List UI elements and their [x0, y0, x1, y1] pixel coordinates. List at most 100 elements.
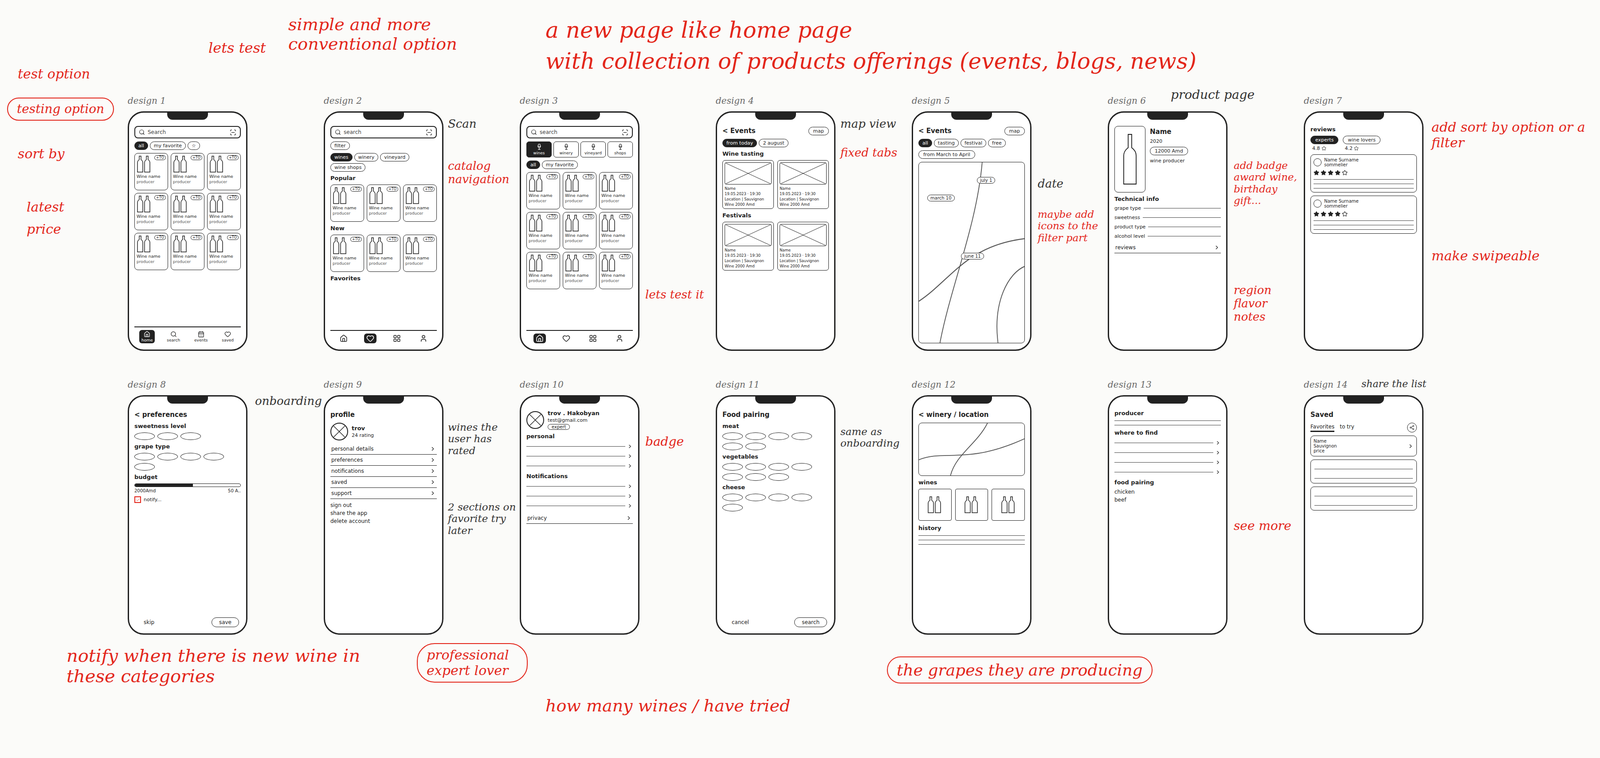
- product-producer[interactable]: wine producer: [1149, 157, 1189, 164]
- review-card[interactable]: Name Surnamesommelier: [1310, 154, 1417, 193]
- nav-item[interactable]: [613, 333, 626, 344]
- primary-button[interactable]: save: [211, 617, 240, 628]
- placeholder-row[interactable]: [526, 483, 633, 490]
- option-oval[interactable]: [134, 452, 155, 461]
- category-tile[interactable]: shops: [607, 141, 633, 158]
- avatar[interactable]: [526, 411, 545, 429]
- text-item[interactable]: share the app: [330, 509, 437, 517]
- card-badge[interactable]: +TO: [227, 235, 239, 240]
- nav-item[interactable]: saved: [219, 329, 236, 344]
- nav-item[interactable]: home: [139, 329, 156, 344]
- option-oval[interactable]: [768, 473, 789, 481]
- product-card[interactable]: +TOWine nameproducer: [170, 192, 205, 231]
- saved-card[interactable]: [1310, 459, 1417, 484]
- option-oval[interactable]: [722, 432, 743, 440]
- option-oval[interactable]: [768, 493, 789, 502]
- product-card[interactable]: +TOWine nameproducer: [526, 251, 561, 290]
- text-item[interactable]: delete account: [330, 517, 437, 525]
- category-tile[interactable]: wines: [526, 141, 552, 158]
- search-bar[interactable]: Search: [134, 125, 241, 139]
- option-oval[interactable]: [745, 462, 766, 471]
- map-button[interactable]: map: [808, 126, 829, 136]
- date-range[interactable]: from March to April: [918, 150, 976, 159]
- option-oval[interactable]: [791, 462, 812, 471]
- filter-chip[interactable]: 2 august: [758, 138, 789, 148]
- card-badge[interactable]: +TO: [227, 195, 239, 200]
- event-map[interactable]: march 10july 1june 11: [918, 161, 1025, 344]
- notify-checkbox[interactable]: notify...: [134, 496, 241, 503]
- nav-item[interactable]: [337, 333, 350, 344]
- product-card[interactable]: +TOWine nameproducer: [599, 251, 633, 290]
- placeholder-row[interactable]: [526, 502, 633, 509]
- card-badge[interactable]: +TO: [154, 195, 166, 200]
- nav-item[interactable]: [364, 333, 377, 344]
- placeholder-row[interactable]: [526, 462, 633, 469]
- avatar[interactable]: [330, 422, 349, 441]
- filter-chip[interactable]: all: [918, 138, 933, 148]
- placeholder-row[interactable]: [526, 453, 633, 459]
- nav-item[interactable]: search: [164, 329, 183, 344]
- option-oval[interactable]: [745, 432, 766, 440]
- filter-chip[interactable]: tasting: [933, 138, 959, 148]
- product-card[interactable]: +TOWine nameproducer: [134, 152, 169, 191]
- text-item[interactable]: sign out: [330, 501, 437, 509]
- product-card[interactable]: +TOWine nameproducer: [599, 172, 633, 210]
- card-badge[interactable]: +TO: [190, 195, 203, 200]
- product-card[interactable]: +TOWine nameproducer: [330, 184, 365, 222]
- product-card[interactable]: +TOWine nameproducer: [207, 232, 241, 271]
- card-badge[interactable]: +TO: [154, 155, 166, 161]
- map-button[interactable]: map: [1004, 126, 1025, 136]
- option-oval[interactable]: [745, 493, 766, 502]
- card-badge[interactable]: +TO: [190, 155, 203, 161]
- text-item[interactable]: beef: [1114, 496, 1221, 503]
- card-badge[interactable]: +TO: [350, 186, 362, 192]
- wine-thumb[interactable]: [991, 488, 1025, 521]
- saved-card[interactable]: [1310, 486, 1417, 511]
- location-map[interactable]: [918, 422, 1025, 476]
- text-button[interactable]: skip: [136, 617, 162, 628]
- menu-row[interactable]: privacy: [526, 512, 633, 524]
- option-oval[interactable]: [180, 432, 201, 440]
- event-card[interactable]: Name19.05.2023 · 19:30Location | Sauvign…: [777, 221, 829, 271]
- product-card[interactable]: +TOWine nameproducer: [403, 184, 437, 222]
- wine-thumb[interactable]: [918, 488, 952, 521]
- placeholder-row[interactable]: [1114, 459, 1221, 466]
- card-badge[interactable]: +TO: [350, 236, 362, 242]
- product-card[interactable]: +TOWine nameproducer: [207, 152, 241, 191]
- placeholder-row[interactable]: [1114, 439, 1221, 446]
- event-card[interactable]: Name19.05.2023 · 19:30Location | Sauvign…: [722, 160, 774, 209]
- primary-button[interactable]: search: [794, 617, 828, 628]
- filter-chip[interactable]: wine shops: [330, 163, 366, 172]
- slider-track[interactable]: [134, 483, 241, 487]
- option-oval[interactable]: [722, 473, 743, 481]
- product-card[interactable]: +TOWine nameproducer: [366, 184, 401, 222]
- option-oval[interactable]: [722, 493, 743, 502]
- review-card[interactable]: Name Surnamesommelier: [1310, 195, 1417, 234]
- card-badge[interactable]: +TO: [546, 174, 558, 180]
- card-badge[interactable]: +TO: [386, 186, 399, 192]
- product-card[interactable]: +TOWine nameproducer: [366, 234, 401, 272]
- product-card[interactable]: +TOWine nameproducer: [207, 192, 241, 231]
- card-badge[interactable]: +TO: [619, 214, 631, 220]
- product-card[interactable]: +TOWine nameproducer: [562, 211, 597, 250]
- product-card[interactable]: +TOWine nameproducer: [170, 232, 205, 271]
- placeholder-row[interactable]: [1114, 449, 1221, 456]
- option-oval[interactable]: [768, 432, 789, 440]
- menu-row[interactable]: notifications: [330, 465, 437, 477]
- saved-tab[interactable]: to try: [1339, 423, 1355, 432]
- placeholder-row[interactable]: [526, 443, 633, 450]
- saved-card[interactable]: NameSauvignonprice: [1310, 435, 1417, 457]
- nav-item[interactable]: [417, 333, 430, 344]
- nav-item[interactable]: [586, 333, 600, 344]
- saved-tab[interactable]: Favorites: [1310, 423, 1335, 432]
- scan-icon[interactable]: [229, 129, 237, 136]
- card-badge[interactable]: +TO: [582, 214, 595, 220]
- product-card[interactable]: +TOWine nameproducer: [526, 211, 561, 250]
- nav-item[interactable]: [390, 333, 404, 344]
- card-badge[interactable]: +TO: [423, 186, 435, 192]
- option-oval[interactable]: [180, 452, 201, 461]
- product-card[interactable]: +TOWine nameproducer: [403, 234, 437, 272]
- product-card[interactable]: +TOWine nameproducer: [134, 232, 169, 271]
- option-oval[interactable]: [745, 442, 766, 451]
- text-item[interactable]: chicken: [1114, 488, 1221, 495]
